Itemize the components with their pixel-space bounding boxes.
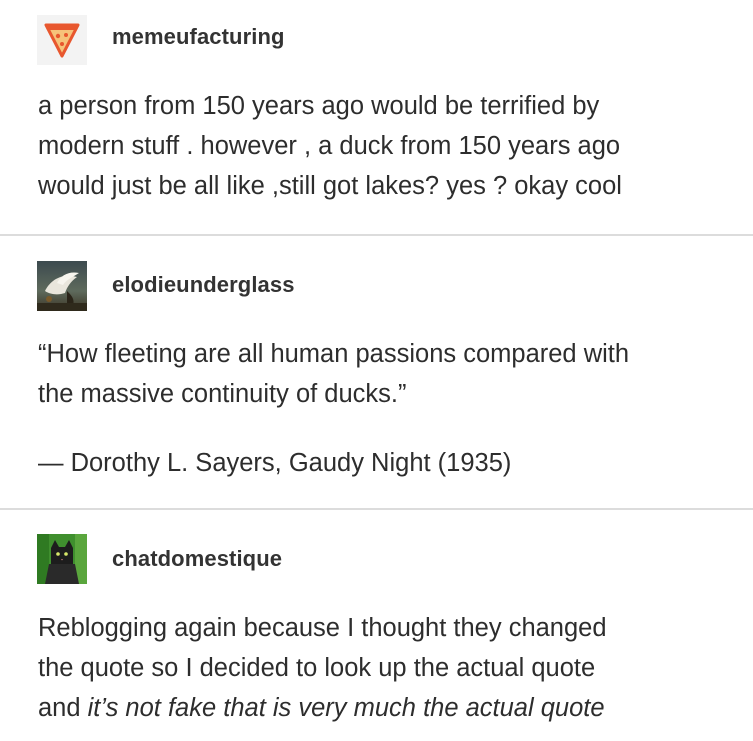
username[interactable]: memeufacturing (112, 24, 285, 50)
quote-line: “How fleeting are all human passions com… (38, 340, 630, 368)
avatar[interactable] (37, 534, 87, 584)
avatar[interactable] (37, 261, 87, 311)
post-line: and it’s not fake that is very much the … (38, 688, 738, 728)
quote-line: the massive continuity of ducks.” (38, 380, 407, 408)
post-line: a person from 150 years ago would be ter… (38, 92, 600, 120)
post-body: a person from 150 years ago would be ter… (38, 86, 738, 206)
black-cat-icon (37, 534, 87, 584)
username[interactable]: elodieunderglass (112, 272, 295, 298)
pizza-slice-icon (37, 15, 87, 65)
post-line: would just be all like ,still got lakes?… (38, 172, 622, 200)
post-line: modern stuff . however , a duck from 150… (38, 132, 621, 160)
italic-emphasis: it’s not fake that is very much the actu… (87, 694, 605, 722)
quote-attribution: — Dorothy L. Sayers, Gaudy Night (1935) (38, 443, 738, 483)
username[interactable]: chatdomestique (112, 546, 282, 572)
post-line-prefix: and (38, 694, 88, 722)
post-line: Reblogging again because I thought they … (38, 614, 607, 642)
post-memeufacturing: memeufacturing a person from 150 years a… (0, 0, 753, 234)
attribution-line: — Dorothy L. Sayers, Gaudy Night (1935) (38, 449, 512, 477)
swan-painting-icon (37, 261, 87, 311)
post-chatdomestique: chatdomestique Reblogging again because … (0, 510, 753, 741)
post-line: the quote so I decided to look up the ac… (38, 654, 596, 682)
post-elodieunderglass: elodieunderglass “How fleeting are all h… (0, 236, 753, 508)
quote-text: “How fleeting are all human passions com… (38, 334, 738, 414)
post-body: Reblogging again because I thought they … (38, 608, 738, 728)
avatar[interactable] (37, 15, 87, 65)
